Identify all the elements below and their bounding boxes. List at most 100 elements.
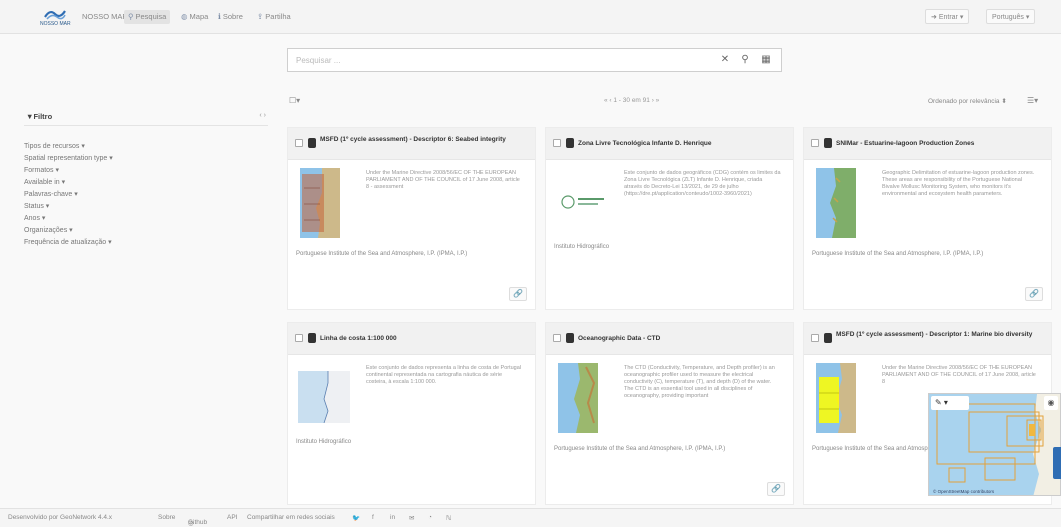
card-checkbox[interactable]: [295, 334, 303, 342]
select-all-checkbox[interactable]: ☐▾: [289, 96, 300, 105]
facet-item[interactable]: Spatial representation type ▾: [24, 153, 268, 165]
facet-item[interactable]: Palavras-chave ▾: [24, 189, 268, 201]
nav-search[interactable]: ⚲ Pesquisa: [124, 10, 171, 24]
nav-about[interactable]: ℹ Sobre: [218, 10, 243, 24]
sort-label: Ordenado por relevância: [928, 98, 1000, 105]
view-mode-button[interactable]: ☰▾: [1027, 96, 1038, 105]
logo-wave-icon: [44, 10, 66, 20]
results-toolbar: ☐▾ « ‹ 1 - 30 em 91 › » Ordenado por rel…: [289, 96, 1059, 110]
twitter-icon[interactable]: 🐦: [352, 514, 360, 522]
login-label: Entrar: [938, 14, 958, 21]
brand-link[interactable]: NOSSO MAR: [82, 10, 128, 24]
database-icon: [824, 138, 832, 148]
nav-about-label: Sobre: [222, 12, 243, 21]
card-organisation: Instituto Hidrográfico: [296, 439, 352, 445]
card-title[interactable]: MSFD (1º cycle assessment) - Descriptor …: [836, 331, 1043, 339]
facet-list: Tipos de recursos ▾ Spatial representati…: [24, 141, 268, 249]
link-icon[interactable]: 🔗: [1025, 287, 1043, 301]
sort-select[interactable]: Ordenado por relevância ⬍: [928, 97, 1007, 105]
logo-thumbnail[interactable]: [556, 176, 608, 228]
email-icon[interactable]: ✉: [409, 514, 414, 522]
map-thumbnail[interactable]: [816, 363, 856, 433]
card-organisation: Portuguese Institute of the Sea and Atmo…: [812, 251, 984, 257]
login-icon: ➜: [931, 14, 937, 21]
card-header: MSFD (1º cycle assessment) - Descriptor …: [288, 128, 535, 160]
link-icon[interactable]: 🔗: [767, 482, 785, 496]
language-label: Português: [992, 14, 1024, 21]
share-icon: ⇪: [257, 12, 264, 21]
nav-share[interactable]: ⇪ Partilha: [257, 10, 291, 24]
globe-icon: ◍: [181, 12, 188, 21]
card-title[interactable]: Linha de costa 1:100 000: [320, 335, 527, 343]
card-header: Oceanographic Data - CTD: [546, 323, 793, 355]
footer-share-label: Compartilhar em redes sociais: [247, 514, 335, 521]
map-attribution[interactable]: © OpenStreetMap contributors: [933, 489, 994, 494]
footer-developed-by[interactable]: Desenvolvido por GeoNetwork 4.4.x: [8, 514, 112, 521]
result-card[interactable]: MSFD (1º cycle assessment) - Descriptor …: [287, 127, 536, 310]
card-checkbox[interactable]: [553, 139, 561, 147]
facet-item[interactable]: Status ▾: [24, 201, 268, 213]
map-thumbnail[interactable]: [558, 363, 598, 433]
card-header: MSFD (1º cycle assessment) - Descriptor …: [804, 323, 1051, 355]
map-thumbnail[interactable]: [298, 371, 350, 423]
result-card[interactable]: Zona Livre Tecnológica Infante D. Henriq…: [545, 127, 794, 310]
close-icon[interactable]: ✕: [717, 52, 733, 68]
language-select[interactable]: Português ▾: [986, 9, 1036, 24]
map-edit-tools[interactable]: ✎ ▾: [931, 396, 969, 410]
facebook-icon[interactable]: f: [372, 514, 374, 521]
filter-title: ▼Filtro: [26, 112, 52, 121]
footer-api-link[interactable]: API: [227, 514, 237, 521]
card-description: Este conjunto de dados representa a linh…: [366, 365, 522, 385]
card-checkbox[interactable]: [295, 139, 303, 147]
search-icon[interactable]: ⚲: [737, 52, 753, 68]
card-description: Este conjunto de dados geográficos (CDG)…: [624, 170, 781, 197]
grid-icon[interactable]: ▦: [758, 52, 774, 68]
search-input[interactable]: [294, 53, 674, 68]
card-organisation: Portuguese Institute of the Sea and Atmo…: [296, 251, 468, 257]
search-bar: ✕ ⚲ ▦: [287, 48, 782, 72]
rss-icon[interactable]: ℕ: [446, 514, 451, 522]
card-title[interactable]: Zona Livre Tecnológica Infante D. Henriq…: [578, 140, 785, 148]
pagination[interactable]: « ‹ 1 - 30 em 91 › »: [604, 97, 659, 104]
facet-item[interactable]: Frequência de atualização ▾: [24, 237, 268, 249]
card-title[interactable]: Oceanographic Data - CTD: [578, 335, 785, 343]
card-checkbox[interactable]: [811, 334, 819, 342]
pencil-icon[interactable]: ✎: [935, 398, 942, 407]
rss-icon[interactable]: ◔: [428, 514, 432, 521]
card-description: Under the Marine Directive 2008/56/EC OF…: [882, 365, 1036, 385]
result-card[interactable]: SNIMar - Estuarine-lagoon Production Zon…: [803, 127, 1052, 310]
map-thumbnail[interactable]: [816, 168, 856, 238]
card-header: Linha de costa 1:100 000: [288, 323, 535, 355]
card-checkbox[interactable]: [553, 334, 561, 342]
result-card[interactable]: Linha de costa 1:100 000 Este conjunto d…: [287, 322, 536, 505]
card-title[interactable]: SNIMar - Estuarine-lagoon Production Zon…: [836, 140, 1043, 148]
facet-item[interactable]: Formatos ▾: [24, 165, 268, 177]
logo-caption: NOSSO MAR: [40, 21, 71, 27]
logo[interactable]: NOSSO MAR: [38, 6, 76, 30]
layers-icon[interactable]: ◉: [1044, 396, 1058, 410]
filter-collapse-button[interactable]: ‹ ›: [259, 112, 266, 119]
facet-item[interactable]: Available in ▾: [24, 177, 268, 189]
facet-item[interactable]: Tipos de recursos ▾: [24, 141, 268, 153]
nav-map-label: Mapa: [189, 12, 209, 21]
facet-item[interactable]: Organizações ▾: [24, 225, 268, 237]
card-description: Under the Marine Directive 2008/56/EC OF…: [366, 170, 520, 190]
card-header: SNIMar - Estuarine-lagoon Production Zon…: [804, 128, 1051, 160]
result-card[interactable]: Oceanographic Data - CTD The CTD (Conduc…: [545, 322, 794, 505]
facet-item[interactable]: Anos ▾: [24, 213, 268, 225]
login-button[interactable]: ➜ Entrar ▾: [925, 9, 970, 24]
map-widget[interactable]: ✎ ▾ ◉ © OpenStreetMap contributors: [928, 393, 1061, 496]
map-panel-tab[interactable]: [1053, 447, 1061, 479]
map-thumbnail[interactable]: [300, 168, 340, 238]
filter-header: ▼Filtro ‹ ›: [24, 112, 268, 126]
card-organisation: Instituto Hidrográfico: [554, 244, 610, 250]
card-checkbox[interactable]: [811, 139, 819, 147]
info-icon: ℹ: [218, 12, 221, 21]
nav-map[interactable]: ◍ Mapa: [181, 10, 208, 24]
card-header: Zona Livre Tecnológica Infante D. Henriq…: [546, 128, 793, 160]
link-icon[interactable]: 🔗: [509, 287, 527, 301]
footer-about-link[interactable]: Sobre: [158, 514, 175, 521]
card-title[interactable]: MSFD (1º cycle assessment) - Descriptor …: [320, 136, 527, 144]
linkedin-icon[interactable]: in: [390, 514, 395, 521]
database-icon: [308, 333, 316, 343]
